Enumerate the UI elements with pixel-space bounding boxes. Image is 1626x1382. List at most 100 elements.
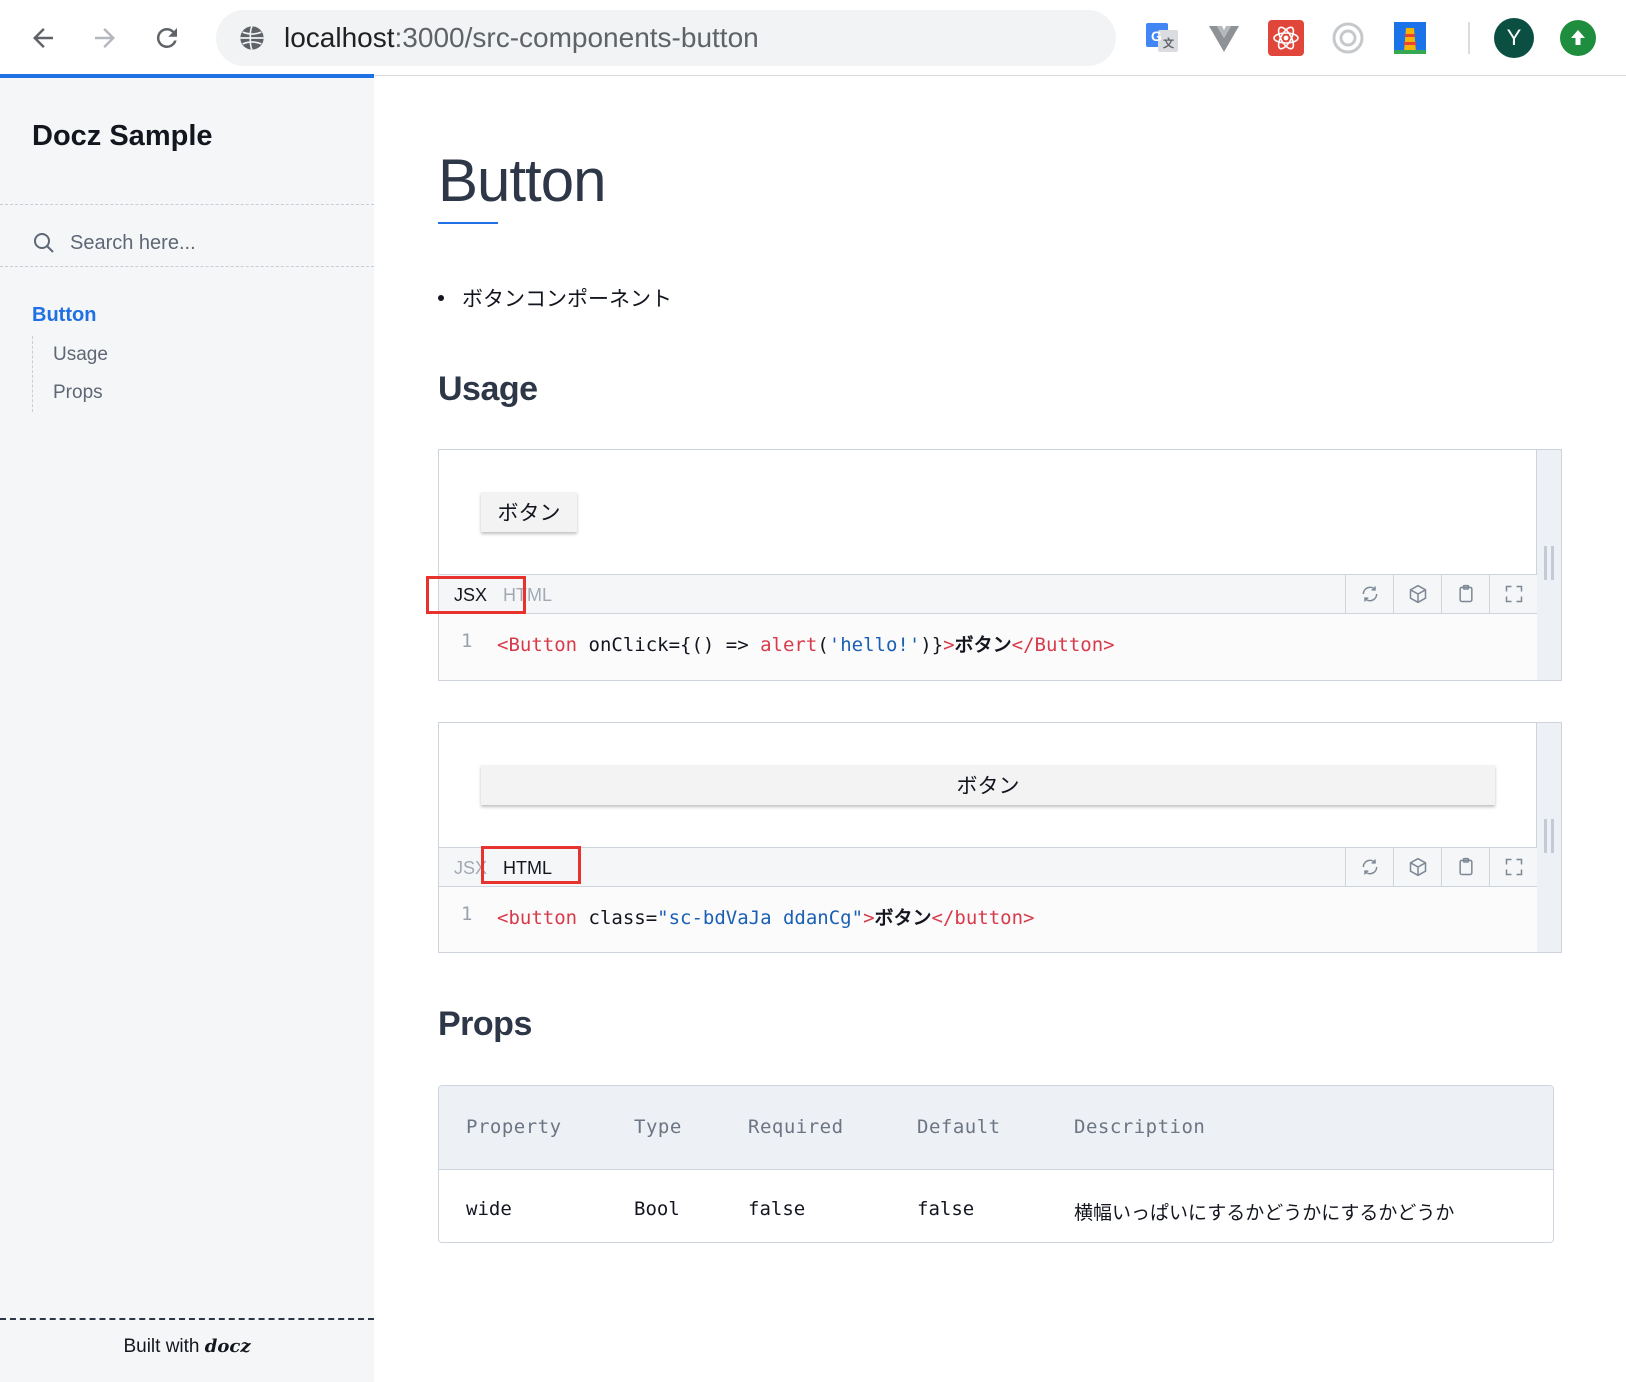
code-token: </Button> xyxy=(1011,634,1115,656)
code-editor[interactable]: 1 <button class="sc-bdVaJa ddanCg">ボタン</… xyxy=(439,887,1537,952)
resize-handle[interactable] xyxy=(1537,450,1561,680)
vue-devtools-icon[interactable] xyxy=(1206,20,1242,56)
refresh-button[interactable] xyxy=(1345,848,1393,886)
fullscreen-button[interactable] xyxy=(1489,575,1537,613)
codesandbox-button[interactable] xyxy=(1393,575,1441,613)
google-translate-icon[interactable]: G文 xyxy=(1144,20,1180,56)
react-devtools-icon[interactable] xyxy=(1268,20,1304,56)
line-number: 1 xyxy=(461,903,473,925)
table-cell: false xyxy=(917,1198,975,1220)
search-input[interactable] xyxy=(70,231,350,255)
svg-text:G: G xyxy=(1151,28,1162,44)
code-token: onClick={() => xyxy=(577,634,761,656)
column-header: Property xyxy=(466,1116,562,1138)
playground-jsx: ボタン JSX HTML 1 <Button onClick={() => al… xyxy=(438,449,1562,681)
highlight-box-html xyxy=(481,846,581,884)
page-title: Button xyxy=(438,147,606,214)
url-text: localhost:3000/src-components-button xyxy=(284,22,759,54)
table-cell: wide xyxy=(466,1198,512,1220)
code-token: > xyxy=(863,907,875,929)
column-header: Default xyxy=(917,1116,1001,1138)
browser-toolbar: localhost:3000/src-components-button G文 … xyxy=(0,0,1626,76)
demo-button-wide[interactable]: ボタン xyxy=(481,765,1495,805)
table-cell: Bool xyxy=(634,1198,680,1220)
bullet-dot xyxy=(438,295,444,301)
playground-preview: ボタン xyxy=(439,450,1537,574)
update-button[interactable] xyxy=(1560,20,1596,56)
resize-handle[interactable] xyxy=(1537,723,1561,952)
playground-html: ボタン JSX HTML 1 <button class="sc-bdVaJa … xyxy=(438,722,1562,953)
clipboard-icon xyxy=(1458,857,1473,876)
globe-icon xyxy=(240,25,264,51)
table-header: Property Type Required Default Descripti… xyxy=(439,1086,1553,1170)
lighthouse-icon[interactable] xyxy=(1392,20,1428,56)
code-token: 'hello!' xyxy=(828,634,921,656)
fullscreen-button[interactable] xyxy=(1489,848,1537,886)
arrow-left-icon xyxy=(33,28,53,48)
brand-title[interactable]: Docz Sample xyxy=(32,120,213,153)
address-bar[interactable]: localhost:3000/src-components-button xyxy=(216,10,1116,66)
playground-preview: ボタン xyxy=(439,723,1537,847)
code-token: "sc-bdVaJa ddanCg" xyxy=(657,907,864,929)
title-underline xyxy=(438,222,498,224)
usage-heading: Usage xyxy=(438,370,538,408)
highlight-box-jsx xyxy=(426,576,526,614)
demo-button[interactable]: ボタン xyxy=(481,492,577,532)
props-heading: Props xyxy=(438,1005,532,1043)
codesandbox-button[interactable] xyxy=(1393,848,1441,886)
sidebar-subnav: Usage Props xyxy=(32,336,108,412)
code-token: <button xyxy=(497,907,578,929)
code-token: ボタン xyxy=(954,635,1012,656)
code-token: <Button xyxy=(497,634,578,656)
toolbar-divider xyxy=(1468,22,1470,54)
grip-icon xyxy=(1544,546,1554,580)
description-list-item: ボタンコンポーネント xyxy=(438,283,672,313)
playground-toolbar: JSX HTML xyxy=(439,574,1537,614)
column-header: Type xyxy=(634,1116,682,1138)
playground-toolbar: JSX HTML xyxy=(439,847,1537,887)
copy-button[interactable] xyxy=(1441,848,1489,886)
code-token: alert xyxy=(760,634,818,656)
sidebar-divider xyxy=(0,204,374,205)
copy-button[interactable] xyxy=(1441,575,1489,613)
playground-actions xyxy=(1345,848,1537,886)
built-with-label: Built with xyxy=(123,1336,200,1357)
reload-button[interactable] xyxy=(143,14,191,62)
refresh-icon xyxy=(1362,586,1377,602)
footer-divider xyxy=(0,1318,374,1320)
avatar-letter: Y xyxy=(1506,25,1522,50)
code-token: class= xyxy=(577,907,658,929)
built-with-footer[interactable]: Built with docz xyxy=(0,1336,374,1358)
refresh-button[interactable] xyxy=(1345,575,1393,613)
search-box xyxy=(32,223,350,263)
sidebar-item-props[interactable]: Props xyxy=(53,374,108,412)
props-table: Property Type Required Default Descripti… xyxy=(438,1085,1554,1243)
reload-icon xyxy=(156,27,177,48)
clipboard-icon xyxy=(1458,584,1473,603)
url-path: :3000/src-components-button xyxy=(394,22,759,53)
sidebar-item-button[interactable]: Button xyxy=(32,304,96,327)
url-host: localhost xyxy=(284,22,395,53)
back-button[interactable] xyxy=(19,14,67,62)
profile-avatar[interactable]: Y xyxy=(1494,18,1534,58)
forward-button[interactable] xyxy=(81,14,129,62)
cube-icon xyxy=(1409,584,1426,604)
grip-icon xyxy=(1544,819,1554,853)
line-number: 1 xyxy=(461,630,473,652)
column-header: Description xyxy=(1074,1116,1206,1138)
code-token: ボタン xyxy=(874,908,932,929)
code-token: )} xyxy=(920,634,944,656)
column-header: Required xyxy=(748,1116,844,1138)
refresh-icon xyxy=(1362,859,1377,875)
playground-actions xyxy=(1345,575,1537,613)
fullscreen-icon xyxy=(1505,585,1522,603)
table-cell: 横幅いっぱいにするかどうかにするかどうか xyxy=(1074,1203,1455,1224)
code-line: <Button onClick={() => alert('hello!')}>… xyxy=(497,630,1115,657)
code-editor[interactable]: 1 <Button onClick={() => alert('hello!')… xyxy=(439,614,1537,680)
docz-logo: docz xyxy=(204,1336,251,1357)
extension-ring-icon[interactable] xyxy=(1330,20,1366,56)
search-icon xyxy=(34,233,54,253)
sidebar-item-usage[interactable]: Usage xyxy=(53,336,108,374)
cube-icon xyxy=(1409,857,1426,877)
code-token: ( xyxy=(817,634,829,656)
